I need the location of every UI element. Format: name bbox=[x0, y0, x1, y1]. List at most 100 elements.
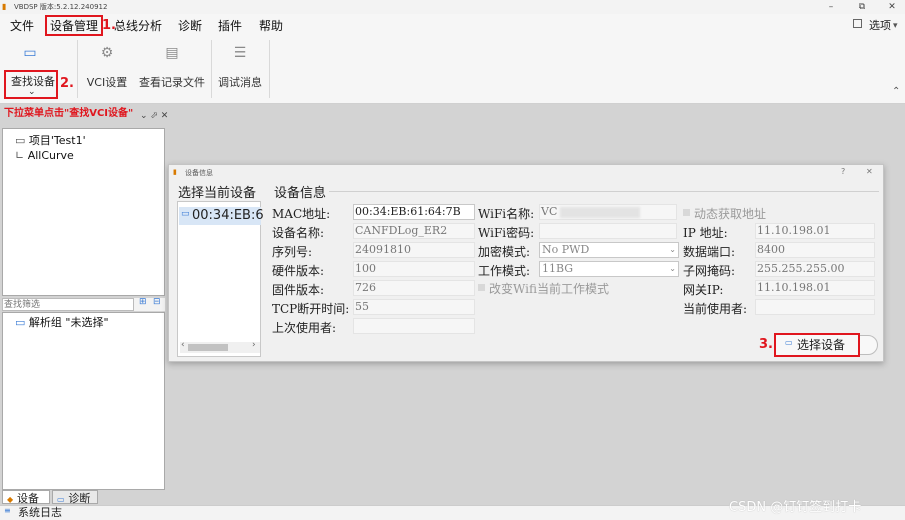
tcp-timeout-value: 55 bbox=[355, 300, 369, 313]
port-label: 数据端口: bbox=[683, 245, 736, 259]
parse-group-icon: ▭ bbox=[15, 316, 26, 329]
gateway-field: 11.10.198.01 bbox=[755, 280, 875, 296]
tree-item-allcurve-label: AllCurve bbox=[27, 149, 74, 162]
device-info-heading: 设备信息 bbox=[274, 186, 327, 201]
close-window-button[interactable]: ✕ bbox=[881, 0, 903, 14]
find-device-dropdown-arrow[interactable]: ⌄ bbox=[28, 87, 36, 97]
curve-icon: ∟ bbox=[15, 149, 25, 162]
tree-item-parse-group[interactable]: ▭ 解析组 "未选择" bbox=[15, 316, 109, 330]
options-menu[interactable]: 选项 bbox=[869, 17, 891, 35]
system-log-tab[interactable]: 系统日志 bbox=[18, 506, 62, 519]
port-field: 8400 bbox=[755, 242, 875, 258]
last-user-label: 上次使用者: bbox=[272, 321, 337, 335]
tree-item-project[interactable]: ▭ 项目'Test1' bbox=[15, 134, 86, 148]
dialog-close-button[interactable]: ✕ bbox=[866, 167, 873, 176]
dhcp-label: 动态获取地址 bbox=[694, 207, 767, 221]
tree-item-parse-group-label: 解析组 "未选择" bbox=[28, 316, 109, 329]
ribbon-separator bbox=[77, 40, 78, 98]
filter-panel: ▭ 解析组 "未选择" bbox=[2, 312, 165, 490]
device-info-dialog: ▮ 设备信息 ? ✕ 选择当前设备 ▭ 00:34:EB:6 ‹ › 设备信息 … bbox=[168, 164, 884, 362]
tab-device[interactable]: ◆ 设备 bbox=[2, 490, 50, 505]
folder-icon: ▭ bbox=[15, 134, 26, 147]
collapse-ribbon-icon[interactable]: ⌃ bbox=[892, 86, 900, 97]
mask-value: 255.255.255.00 bbox=[757, 262, 845, 275]
change-wifi-mode-label: 改变Wifi当前工作模式 bbox=[489, 282, 609, 296]
scrollbar-thumb[interactable] bbox=[188, 344, 228, 351]
ip-field: 11.10.198.01 bbox=[755, 223, 875, 239]
tab-device-label: 设备 bbox=[16, 492, 39, 505]
work-mode-label: 工作模式: bbox=[478, 264, 531, 278]
view-log-files-label: 查看记录文件 bbox=[139, 76, 205, 89]
work-mode-select[interactable]: 11BG ⌄ bbox=[539, 261, 679, 277]
wifi-password-field bbox=[539, 223, 677, 239]
ip-label: IP 地址: bbox=[683, 226, 728, 240]
mac-label: MAC地址: bbox=[272, 207, 331, 221]
device-name-value: CANFDLog_ER2 bbox=[355, 224, 448, 237]
tab-diagnostics[interactable]: ▭ 诊断 bbox=[52, 490, 98, 505]
dialog-title: 设备信息 bbox=[185, 169, 213, 177]
device-list-scrollbar[interactable]: ‹ › bbox=[180, 340, 260, 353]
group-border bbox=[329, 191, 879, 192]
annotation-step-2-note: 下拉菜单点击"查找VCI设备" bbox=[4, 108, 134, 119]
device-tab-icon: ◆ bbox=[7, 495, 14, 504]
project-panel-controls[interactable]: ⌄ ⬀ ✕ bbox=[140, 111, 168, 121]
dialog-help-button[interactable]: ? bbox=[841, 167, 845, 176]
mac-field[interactable]: 00:34:EB:61:64:7B bbox=[353, 204, 475, 220]
menu-help[interactable]: 帮助 bbox=[259, 17, 283, 35]
app-logo-icon: ▮ bbox=[2, 2, 7, 11]
wifi-name-value: VC bbox=[541, 205, 558, 218]
gear-icon: ⚙ bbox=[100, 45, 114, 61]
change-wifi-checkbox[interactable] bbox=[478, 284, 485, 291]
port-value: 8400 bbox=[757, 243, 785, 256]
serial-label: 序列号: bbox=[272, 245, 313, 259]
filter-bar: ⊞ ⊟ bbox=[2, 297, 165, 311]
select-device-icon: ▭ bbox=[785, 338, 793, 347]
menu-device-management[interactable]: 设备管理 bbox=[45, 15, 104, 36]
title-bar: ▮ VBDSP 版本:5.2.12.240912 – ⧉ ✕ bbox=[0, 0, 905, 14]
hw-version-label: 硬件版本: bbox=[272, 264, 325, 278]
minimize-button[interactable]: – bbox=[820, 0, 842, 14]
dhcp-checkbox[interactable] bbox=[683, 209, 690, 216]
menu-file[interactable]: 文件 bbox=[10, 17, 34, 35]
project-panel: ▭ 项目'Test1' ∟ AllCurve bbox=[2, 128, 165, 296]
find-device-button[interactable]: 查找设备 ⌄ bbox=[4, 70, 58, 99]
device-list: ▭ 00:34:EB:6 ‹ › bbox=[177, 201, 264, 357]
scroll-right-arrow[interactable]: › bbox=[252, 340, 256, 350]
encryption-select[interactable]: No PWD ⌄ bbox=[539, 242, 679, 258]
filter-options-icon[interactable]: ⊟ bbox=[153, 297, 161, 307]
tree-item-allcurve[interactable]: ∟ AllCurve bbox=[15, 149, 74, 163]
chevron-down-icon: ⌄ bbox=[669, 245, 676, 254]
fw-version-field: 726 bbox=[353, 280, 475, 296]
mask-field: 255.255.255.00 bbox=[755, 261, 875, 277]
diagnostics-tab-icon: ▭ bbox=[57, 495, 65, 504]
vci-settings-label: VCI设置 bbox=[86, 76, 128, 89]
tree-item-project-label: 项目'Test1' bbox=[28, 134, 86, 147]
restore-button[interactable]: ⧉ bbox=[851, 0, 873, 14]
wifi-password-label: WiFi密码: bbox=[478, 226, 535, 240]
device-icon: ▭ bbox=[181, 209, 190, 219]
device-list-item[interactable]: ▭ 00:34:EB:6 bbox=[179, 207, 264, 225]
vci-settings-button[interactable]: ⚙ VCI设置 bbox=[84, 44, 130, 100]
view-log-files-button[interactable]: ▤ 查看记录文件 bbox=[138, 44, 206, 100]
encryption-label: 加密模式: bbox=[478, 245, 531, 259]
options-dropdown-arrow[interactable]: ▾ bbox=[893, 17, 898, 35]
find-device-icon: ▭ bbox=[23, 45, 37, 61]
filter-input[interactable] bbox=[2, 298, 134, 311]
debug-messages-button[interactable]: ☰ 调试消息 bbox=[216, 44, 264, 100]
ip-value: 11.10.198.01 bbox=[757, 224, 831, 237]
select-device-button[interactable]: ▭ 选择设备 bbox=[774, 333, 860, 357]
scroll-left-arrow[interactable]: ‹ bbox=[181, 340, 185, 350]
mask-label: 子网掩码: bbox=[683, 264, 736, 278]
menu-plugins[interactable]: 插件 bbox=[218, 17, 242, 35]
tcp-timeout-field: 55 bbox=[353, 299, 475, 315]
menu-diagnostics[interactable]: 诊断 bbox=[178, 17, 202, 35]
chevron-down-icon: ⌄ bbox=[669, 264, 676, 273]
document-icon: ▤ bbox=[165, 45, 179, 61]
menu-bus-analysis[interactable]: 总线分析 bbox=[114, 17, 162, 35]
window-title: VBDSP 版本:5.2.12.240912 bbox=[14, 3, 108, 11]
gateway-label: 网关IP: bbox=[683, 283, 724, 297]
lock-icon[interactable]: ⊞ bbox=[139, 297, 147, 307]
select-current-device-heading: 选择当前设备 bbox=[178, 186, 257, 201]
hw-version-value: 100 bbox=[355, 262, 376, 275]
gateway-value: 11.10.198.01 bbox=[757, 281, 831, 294]
